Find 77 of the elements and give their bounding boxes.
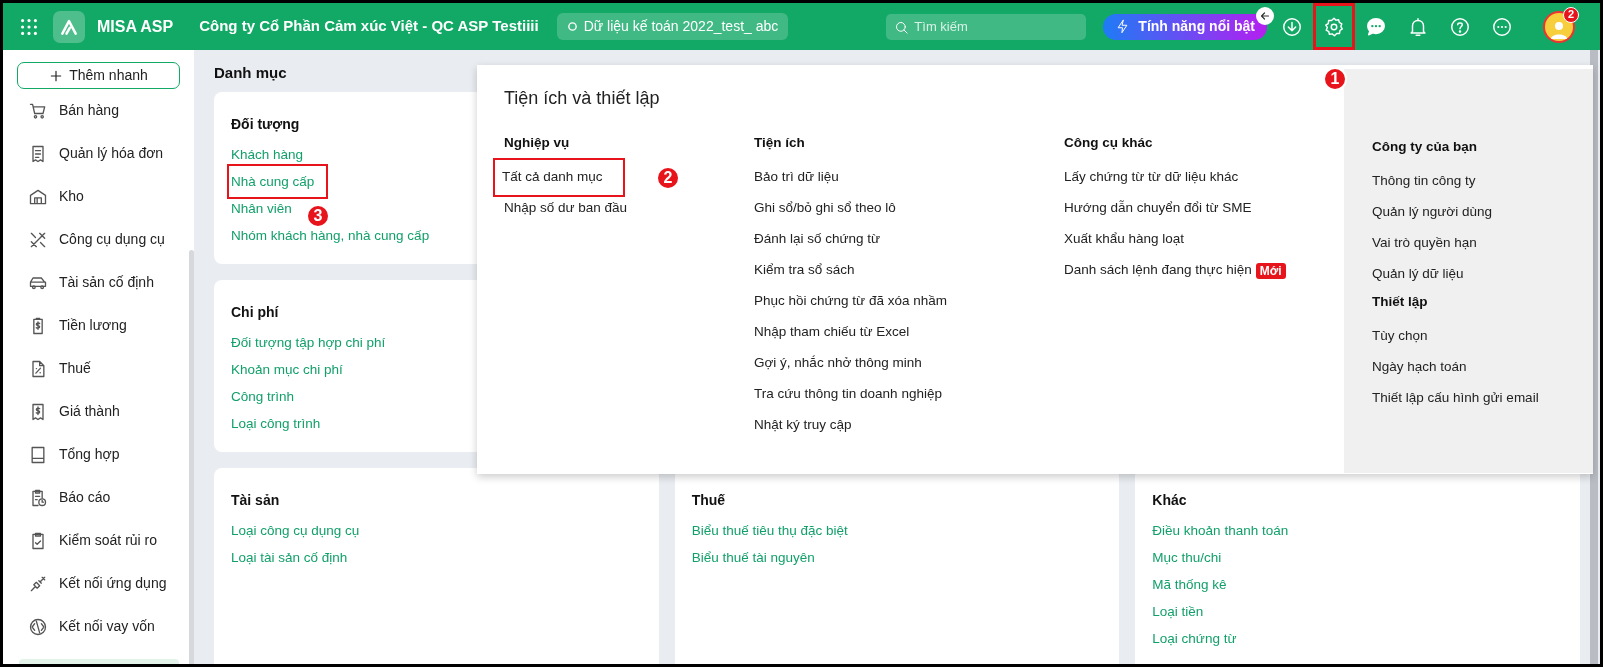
sidebar-item[interactable]: Tiền lương (3, 304, 183, 347)
popup-menu-item[interactable]: Vai trò quyền hạn (1372, 228, 1477, 259)
plus-icon (49, 68, 64, 83)
category-link[interactable]: Công trình (231, 383, 295, 410)
card-title: Chi phí (231, 303, 280, 322)
popup-menu-item[interactable]: Phục hồi chứng từ đã xóa nhầm (754, 286, 947, 317)
popup-menu-item[interactable]: Lấy chứng từ từ dữ liệu khác (1064, 162, 1239, 193)
new-badge: Mới (1255, 262, 1286, 279)
notification-count: 2 (1563, 6, 1579, 23)
help-icon (1449, 15, 1471, 38)
popup-menu-item[interactable]: Danh sách lệnh đang thực hiện Mới (1064, 255, 1286, 286)
sidebar-item[interactable]: Kết nối ứng dụng (3, 562, 183, 605)
category-link[interactable]: Biểu thuế tiêu thụ đặc biệt (691, 517, 848, 544)
arrow-left-icon (1259, 9, 1271, 22)
sidebar-item[interactable]: Kho (3, 175, 183, 218)
popup-menu-item[interactable]: Ngày hạch toán (1372, 352, 1467, 383)
feature-button[interactable]: Tính năng nổi bật (1103, 13, 1267, 40)
sidebar-item[interactable]: Thuế (3, 347, 183, 390)
group-title: Công ty của bạn (1372, 138, 1478, 156)
settings-icon (1323, 15, 1345, 38)
category-link[interactable]: Nhân viên (231, 195, 292, 222)
group-title: Công cụ khác (1064, 134, 1154, 152)
category-link[interactable]: Biểu thuế tài nguyên (691, 544, 815, 571)
app-name: MISA ASP (97, 16, 174, 37)
popup-menu-item[interactable]: Quản lý dữ liệu (1372, 259, 1464, 290)
card-title: Tài sản (231, 491, 281, 510)
circle-icon (566, 21, 578, 32)
sidebar-item[interactable]: Giá thành (3, 390, 183, 433)
category-link[interactable]: Điều khoản thanh toán (1152, 517, 1289, 544)
company-name: Công ty Cổ Phần Cảm xúc Việt - QC ASP Testiiii (199, 16, 539, 37)
sidebar-item[interactable]: Công cụ dụng cụ (3, 218, 183, 261)
sidebar-item[interactable]: Tổng hợp (3, 433, 183, 476)
popup-menu-item[interactable]: Đánh lại số chứng từ (754, 224, 881, 255)
sidebar-item[interactable]: Kiểm soát rủi ro (3, 519, 183, 562)
category-link[interactable]: Loại tài sản cố định (231, 544, 348, 571)
sidebar-item[interactable]: Kết nối vay vốn (3, 605, 183, 648)
popup-menu-item[interactable]: Quản lý người dùng (1372, 197, 1492, 228)
card-title: Thuế (691, 491, 727, 510)
popup-menu-item[interactable]: Hướng dẫn chuyển đổi từ SME (1064, 193, 1252, 224)
popup-menu-item[interactable]: Nhập tham chiếu từ Excel (754, 317, 910, 348)
collapse-button[interactable] (1256, 6, 1274, 25)
sidebar-item[interactable]: Báo cáo (3, 476, 183, 519)
group-title: Tiện ích (754, 134, 806, 152)
callout-number: 2 (656, 166, 680, 190)
sidebar-item[interactable]: Quản lý hóa đơn (3, 132, 183, 175)
callout-number: 3 (306, 204, 330, 228)
popup-menu-item[interactable]: Tra cứu thông tin doanh nghiệp (754, 379, 942, 410)
popup-menu-item[interactable]: Thông tin công ty (1372, 166, 1476, 197)
category-link[interactable]: Loại công trình (231, 410, 321, 437)
popup-menu-item[interactable]: Ghi sổ/bỏ ghi sổ theo lô (754, 193, 896, 224)
popup-title: Tiện ích và thiết lập (504, 87, 661, 110)
popup-menu-item[interactable]: Thiết lập cấu hình gửi email (1372, 383, 1539, 414)
page-title: Danh mục (214, 63, 287, 83)
sidebar-item[interactable]: Tài sản cố định (3, 261, 183, 304)
popup-menu-item[interactable]: Nhập số dư ban đầu (504, 193, 628, 224)
category-link[interactable]: Mục thu/chi (1152, 544, 1222, 571)
search-icon (894, 19, 910, 35)
popup-menu-item[interactable]: Nhật ký truy cập (754, 410, 852, 441)
download-icon (1281, 15, 1303, 38)
card-title: Khác (1152, 491, 1188, 510)
category-link[interactable]: Khách hàng (231, 141, 304, 168)
popup-menu-item[interactable]: Bảo trì dữ liệu (754, 162, 839, 193)
category-link[interactable]: Loại công cụ dụng cụ (231, 517, 360, 544)
group-title: Thiết lập (1372, 293, 1429, 311)
category-link[interactable]: Đối tượng tập hợp chi phí (231, 329, 386, 356)
quick-add-button[interactable]: Thêm nhanh (17, 62, 180, 89)
more-icon (1491, 15, 1513, 38)
card-title: Đối tượng (231, 115, 301, 134)
chat-bubble-icon (1365, 15, 1387, 38)
group-title: Nghiệp vụ (504, 134, 571, 152)
category-link[interactable]: Loại tiền (1152, 598, 1204, 625)
sidebar-item[interactable]: Bán hàng (3, 89, 183, 132)
menu-item-icon (28, 616, 48, 637)
popup-menu-item[interactable]: Tùy chọn (1372, 321, 1428, 352)
popup-menu-item[interactable]: Xuất khẩu hàng loạt (1064, 224, 1185, 255)
popup-menu-item[interactable]: Kiểm tra sổ sách (754, 255, 855, 286)
popup-menu-item[interactable]: Gợi ý, nhắc nhở thông minh (754, 348, 922, 379)
